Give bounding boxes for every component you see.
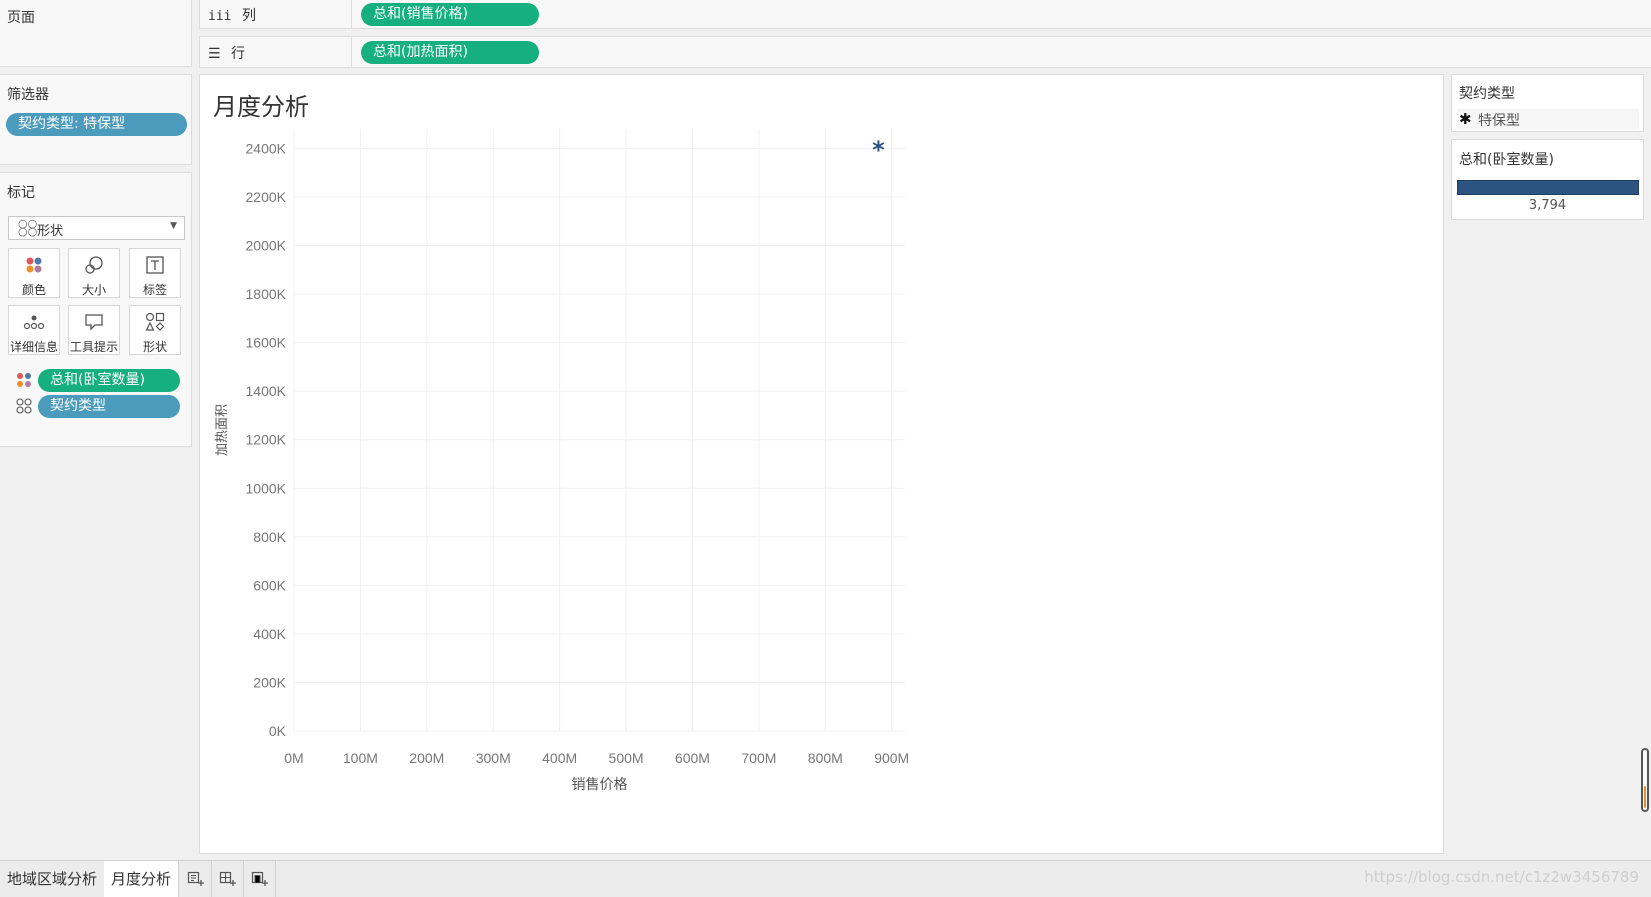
pages-panel: 页面 bbox=[0, 0, 192, 67]
color-legend: 总和(卧室数量) 3,794 bbox=[1451, 139, 1644, 220]
mark-type-dropdown[interactable]: ○○ ○○ 形状 ▼ bbox=[8, 216, 185, 240]
x-tick-label: 700M bbox=[741, 750, 776, 766]
x-tick-label: 100M bbox=[343, 750, 378, 766]
x-tick-label: 300M bbox=[476, 750, 511, 766]
y-tick-label: 1800K bbox=[246, 286, 287, 302]
field-shape-icon bbox=[16, 398, 32, 418]
tab-region-analysis[interactable]: 地域区域分析 bbox=[0, 861, 106, 897]
mark-tooltip-button[interactable]: 工具提示 bbox=[68, 305, 120, 355]
rows-icon: ☰ bbox=[208, 46, 221, 62]
shelf-divider bbox=[351, 0, 352, 28]
y-tick-label: 1600K bbox=[246, 335, 287, 351]
rows-pill[interactable]: 总和(加热面积) bbox=[361, 41, 539, 64]
color-legend-value: 3,794 bbox=[1528, 198, 1567, 213]
label-icon bbox=[130, 255, 180, 279]
x-tick-label: 200M bbox=[409, 750, 444, 766]
marks-field-pill-bedrooms[interactable]: 总和(卧室数量) bbox=[38, 369, 180, 392]
y-tick-label: 600K bbox=[253, 577, 286, 593]
x-tick-label: 600M bbox=[675, 750, 710, 766]
mark-size-button[interactable]: 大小 bbox=[68, 248, 120, 298]
rows-shelf-label: ☰ 行 bbox=[208, 46, 246, 62]
field-color-icon bbox=[16, 372, 32, 392]
shape-legend: 契约类型 ✱ 特保型 bbox=[1451, 74, 1644, 132]
shelf-divider bbox=[351, 37, 352, 67]
y-tick-label: 1200K bbox=[246, 432, 287, 448]
marks-panel: 标记 ○○ ○○ 形状 ▼ 颜色 大小 标签 详细信息 工具提示 形状 总和(卧… bbox=[0, 172, 192, 447]
y-tick-label: 1000K bbox=[246, 480, 287, 496]
filters-panel-title: 筛选器 bbox=[7, 87, 49, 103]
color-legend-title: 总和(卧室数量) bbox=[1459, 152, 1554, 168]
x-tick-label: 0M bbox=[284, 750, 303, 766]
x-tick-label: 400M bbox=[542, 750, 577, 766]
color-icon bbox=[9, 255, 59, 279]
chart-canvas: 月度分析 0K 200K 400K 600K 800K 1000K 1200K 1400K 16… bbox=[199, 74, 1444, 854]
color-legend-ramp[interactable] bbox=[1457, 180, 1639, 195]
size-icon bbox=[69, 255, 119, 279]
mark-shape-button[interactable]: 形状 bbox=[129, 305, 181, 355]
tab-monthly-analysis[interactable]: 月度分析 bbox=[104, 861, 180, 897]
chevron-down-icon: ▼ bbox=[170, 221, 177, 231]
scatter-plot[interactable]: 0K 200K 400K 600K 800K 1000K 1200K 1400K 1600K 18… bbox=[200, 75, 1445, 855]
y-axis-label: 加热面积 bbox=[215, 404, 230, 456]
y-tick-label: 0K bbox=[269, 723, 287, 739]
asterisk-shape-icon: ✱ bbox=[1459, 110, 1472, 128]
marks-field-pill-contract-type[interactable]: 契约类型 bbox=[38, 395, 180, 418]
shape-legend-item[interactable]: ✱ 特保型 bbox=[1457, 109, 1639, 129]
columns-pill[interactable]: 总和(销售价格) bbox=[361, 3, 539, 26]
pages-panel-title: 页面 bbox=[7, 10, 35, 26]
shape-legend-title: 契约类型 bbox=[1459, 86, 1515, 102]
detail-icon bbox=[9, 312, 59, 336]
new-worksheet-icon[interactable] bbox=[180, 861, 212, 897]
columns-shelf[interactable]: iii 列 总和(销售价格) bbox=[199, 0, 1651, 29]
shape-icon bbox=[130, 312, 180, 336]
y-tick-label: 1400K bbox=[246, 383, 287, 399]
tooltip-icon bbox=[69, 312, 119, 336]
y-tick-label: 2200K bbox=[246, 189, 287, 205]
y-tick-label: 800K bbox=[253, 529, 286, 545]
columns-icon: iii bbox=[208, 9, 232, 24]
x-tick-label: 900M bbox=[874, 750, 909, 766]
columns-shelf-label: iii 列 bbox=[208, 8, 256, 24]
x-tick-label: 800M bbox=[808, 750, 843, 766]
y-tick-label: 2000K bbox=[246, 238, 287, 254]
y-tick-label: 2400K bbox=[246, 140, 287, 156]
x-tick-label: 500M bbox=[609, 750, 644, 766]
filter-pill[interactable]: 契约类型: 特保型 bbox=[6, 113, 187, 136]
rows-shelf[interactable]: ☰ 行 总和(加热面积) bbox=[199, 36, 1651, 68]
new-dashboard-icon[interactable] bbox=[212, 861, 244, 897]
mark-label-button[interactable]: 标签 bbox=[129, 248, 181, 298]
watermark: https://blog.csdn.net/c1z2w3456789 bbox=[1364, 868, 1639, 886]
shape-icon: ○○ ○○ bbox=[18, 217, 38, 238]
x-axis-label: 销售价格 bbox=[572, 777, 628, 793]
mark-type-label: 形状 bbox=[37, 224, 64, 239]
mark-color-button[interactable]: 颜色 bbox=[8, 248, 60, 298]
new-story-icon[interactable] bbox=[244, 861, 276, 897]
shape-legend-item-label: 特保型 bbox=[1478, 113, 1520, 129]
filters-panel: 筛选器 契约类型: 特保型 bbox=[0, 74, 192, 165]
vertical-scrollbar-thumb[interactable] bbox=[1641, 748, 1649, 812]
y-tick-label: 200K bbox=[253, 674, 286, 690]
marks-panel-title: 标记 bbox=[7, 185, 35, 201]
mark-detail-button[interactable]: 详细信息 bbox=[8, 305, 60, 355]
data-point[interactable]: * bbox=[872, 136, 885, 164]
y-tick-label: 400K bbox=[253, 626, 286, 642]
